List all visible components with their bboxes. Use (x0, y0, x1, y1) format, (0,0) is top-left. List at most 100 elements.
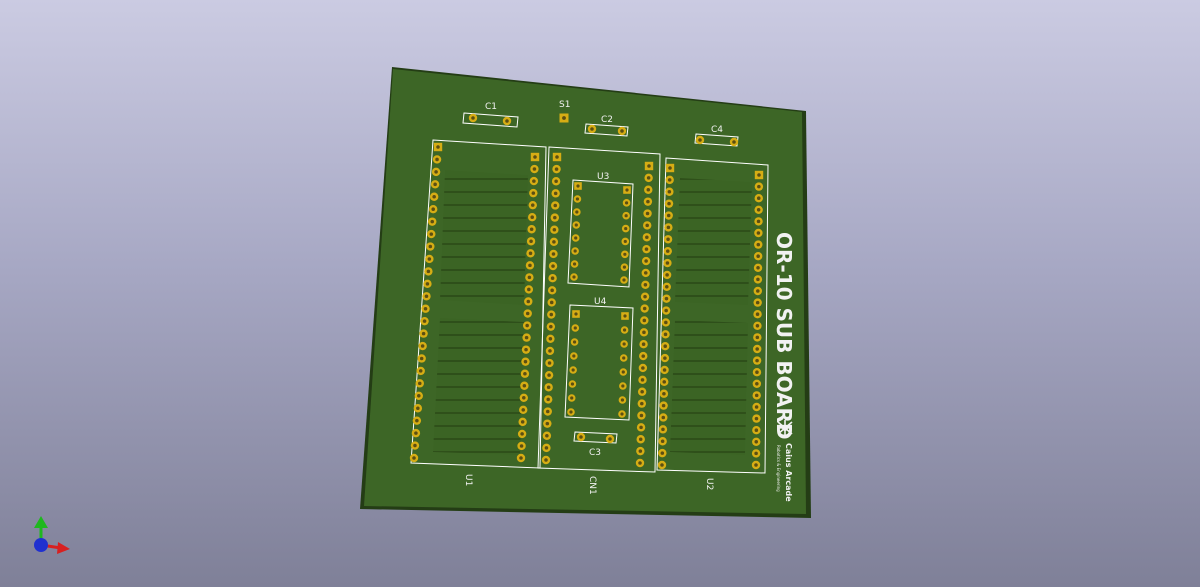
pad-u2 (659, 401, 668, 410)
pad-u1 (523, 309, 532, 318)
ref-c1: C1 (485, 102, 497, 112)
pad-u1 (418, 341, 427, 351)
pad-u1 (522, 333, 531, 342)
ref-u1: U1 (463, 474, 473, 486)
pad-cn1 (637, 411, 646, 420)
pad-u2 (665, 163, 675, 173)
pad-cn1 (641, 268, 650, 278)
pad-u1 (516, 453, 526, 463)
pad-u1 (414, 391, 423, 400)
pad-cn1 (639, 328, 649, 337)
pad-cn1 (545, 346, 555, 356)
pad-u2 (663, 258, 672, 268)
pad-u2 (754, 194, 763, 203)
pad-c4 (729, 137, 739, 147)
pad-u1 (417, 354, 426, 363)
pad-u2 (658, 425, 668, 434)
pad-cn1 (643, 221, 652, 230)
pad-u1 (519, 405, 528, 415)
pad-u2 (754, 170, 764, 180)
pad-u3 (574, 182, 582, 190)
pad-u2 (753, 252, 763, 261)
pad-cn1 (640, 316, 649, 325)
pad-u1 (530, 164, 539, 174)
pad-u2 (662, 282, 671, 291)
pad-u1 (429, 192, 439, 201)
pad-u2 (752, 402, 761, 412)
3d-viewport[interactable]: C1 S1 C2 C4 U3 U4 C3 U1 CN1 U2 OR-10 SUB… (0, 0, 1200, 587)
pad-cn1 (638, 375, 647, 385)
pad-u1 (419, 329, 428, 338)
pad-u2 (753, 344, 762, 354)
pad-u2 (753, 321, 762, 330)
pad-u1 (521, 345, 531, 354)
pad-u2 (662, 294, 671, 303)
pad-u2 (664, 223, 673, 232)
pad-u4 (620, 340, 628, 348)
pad-cn1 (552, 164, 561, 174)
pad-u2 (660, 377, 669, 387)
pad-u2 (659, 389, 669, 398)
pad-u1 (521, 357, 530, 366)
pad-u2 (662, 270, 672, 280)
pad-cn1 (544, 395, 553, 404)
pad-cn1 (636, 435, 645, 444)
pad-u4 (572, 310, 580, 318)
pad-u4 (570, 338, 579, 346)
pad-u3 (572, 221, 581, 229)
pad-cn1 (550, 213, 559, 222)
pad-u4 (619, 368, 628, 376)
pad-u2 (663, 235, 673, 244)
pad-u1 (433, 142, 443, 152)
pad-u1 (524, 285, 534, 294)
pad-u2 (752, 414, 761, 423)
pad-u1 (526, 237, 536, 246)
pad-u1 (427, 229, 436, 239)
pad-u1 (522, 321, 532, 330)
pad-u1 (517, 429, 527, 439)
pad-cn1 (547, 298, 556, 307)
logo-tagline: Robotics & Engineering (776, 445, 781, 492)
pad-u1 (529, 188, 538, 198)
pad-s1 (559, 113, 569, 123)
pad-u1 (520, 381, 529, 390)
pad-cn1 (644, 185, 653, 194)
pad-u3 (620, 263, 629, 271)
pad-u2 (661, 318, 671, 327)
pad-u1 (529, 176, 539, 186)
pad-cn1 (548, 261, 558, 271)
pad-u3 (573, 195, 582, 203)
pad-u4 (620, 326, 629, 334)
pad-cn1 (643, 209, 652, 218)
pad-cn1 (642, 244, 651, 254)
pad-cn1 (640, 304, 649, 313)
pad-cn1 (548, 274, 557, 283)
ref-u3: U3 (597, 172, 609, 182)
pad-u4 (570, 352, 578, 360)
pad-u3 (571, 247, 579, 255)
pad-cn1 (544, 370, 554, 380)
pad-u2 (752, 391, 761, 400)
y-axis-arrow-icon (34, 516, 48, 528)
pad-c2 (587, 124, 597, 134)
pad-u1 (528, 213, 537, 222)
pad-u1 (423, 279, 432, 289)
pad-u4 (568, 380, 577, 388)
pad-u1 (420, 316, 429, 326)
pad-u1 (413, 404, 423, 413)
pad-cn1 (640, 292, 650, 301)
pad-u2 (753, 263, 763, 272)
pad-u4 (569, 366, 577, 374)
pad-cn1 (636, 423, 646, 432)
pad-u3 (621, 237, 630, 246)
pad-cn1 (635, 458, 645, 468)
pad-u4 (619, 354, 628, 362)
ref-c3: C3 (589, 448, 601, 458)
pad-u1 (524, 297, 533, 306)
pad-cn1 (543, 419, 552, 428)
z-axis-icon (34, 538, 48, 552)
pad-u3 (623, 186, 631, 194)
pad-u3 (622, 211, 630, 220)
pad-u2 (752, 379, 762, 388)
pad-u1 (530, 152, 540, 162)
